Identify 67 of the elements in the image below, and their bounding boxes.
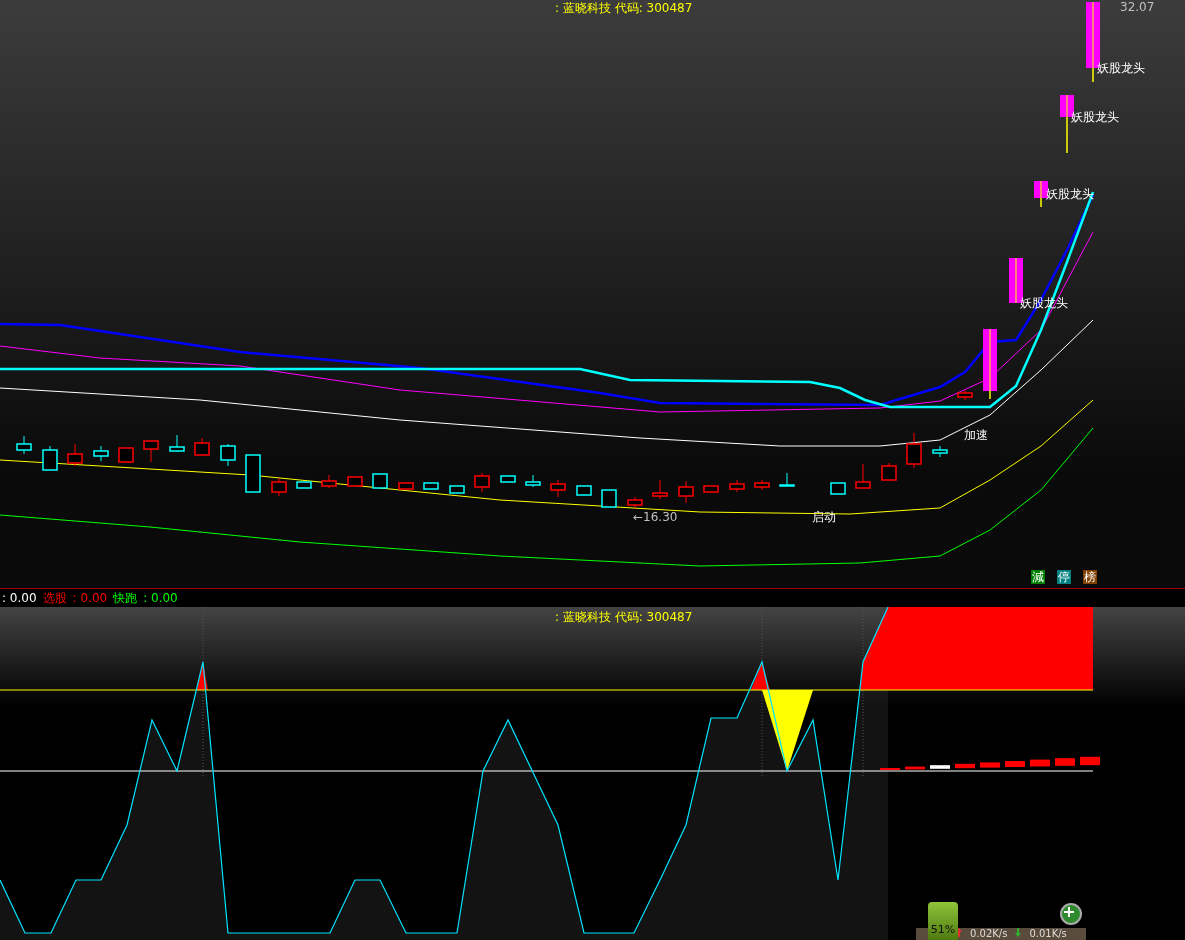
candlestick (957, 389, 973, 401)
candlestick (93, 445, 109, 462)
candlestick (143, 440, 159, 463)
memory-meter: 51% (928, 902, 958, 940)
volume-bar (1005, 761, 1025, 767)
signal-badge: 榜 (1083, 570, 1097, 584)
high-price-label: 32.07 (1120, 0, 1155, 14)
indicator-label: 选股 (42, 589, 67, 607)
volume-bar (905, 766, 925, 770)
peak-marker (751, 662, 770, 690)
candlestick (678, 480, 694, 504)
chart-title: : 蓝晓科技 代码: 300487 (555, 610, 693, 624)
candlestick (830, 482, 846, 495)
candlestick (449, 485, 465, 494)
candlestick (118, 447, 134, 463)
indicator-label: 快跑 (113, 589, 138, 607)
candlestick (576, 485, 592, 496)
volume-bar (980, 762, 1000, 768)
candlestick (245, 454, 261, 493)
candlestick (321, 474, 337, 489)
indicator-value: : 0.00 (143, 591, 178, 605)
candlestick (652, 479, 668, 500)
candlestick (703, 485, 719, 493)
candlestick (220, 443, 236, 467)
candlestick (296, 481, 312, 489)
signal-label: 加速 (964, 428, 988, 442)
volume-bar (1055, 758, 1075, 766)
candlestick (474, 472, 490, 493)
low-price-label: ←16.30 (633, 510, 678, 524)
candlestick (194, 437, 210, 457)
candlestick (550, 479, 566, 498)
candlestick (881, 462, 897, 482)
candlestick (1034, 180, 1048, 208)
candlestick (906, 432, 922, 469)
down-arrow-icon (1015, 928, 1022, 937)
candlestick (779, 472, 795, 487)
download-speed: 0.01K/s (1029, 928, 1067, 940)
candlestick (16, 435, 32, 455)
volume-bar (955, 763, 975, 769)
candlestick (42, 445, 58, 471)
candlestick (372, 473, 388, 489)
candlestick (347, 476, 363, 487)
candlestick (500, 475, 516, 483)
candlestick (525, 474, 541, 488)
candlestick (601, 489, 617, 508)
chart-title: : 蓝晓科技 代码: 300487 (555, 1, 693, 15)
candlestick (271, 477, 287, 497)
candlestick (754, 479, 770, 491)
signal-badge: 停 (1057, 570, 1071, 584)
candlestick (423, 482, 439, 490)
candlestick (983, 328, 997, 400)
indicator-value: : 0.00 (72, 591, 108, 605)
signal-label: 妖股龙头 (1071, 110, 1119, 124)
volume-bar (1080, 756, 1100, 766)
candlestick (398, 482, 414, 490)
candlestick (627, 496, 643, 509)
volume-bar (1030, 759, 1050, 767)
candlestick (169, 434, 185, 453)
candlestick (67, 443, 83, 467)
signal-label: 妖股龙头 (1097, 61, 1145, 75)
indicator-value: : 0.00 (2, 591, 37, 605)
candlestick (932, 445, 948, 458)
signal-badge: 減 (1031, 570, 1045, 584)
candlestick (729, 479, 745, 493)
signal-label: 启动 (812, 510, 836, 524)
candlestick (855, 463, 871, 489)
upload-speed: 0.02K/s (970, 928, 1008, 940)
